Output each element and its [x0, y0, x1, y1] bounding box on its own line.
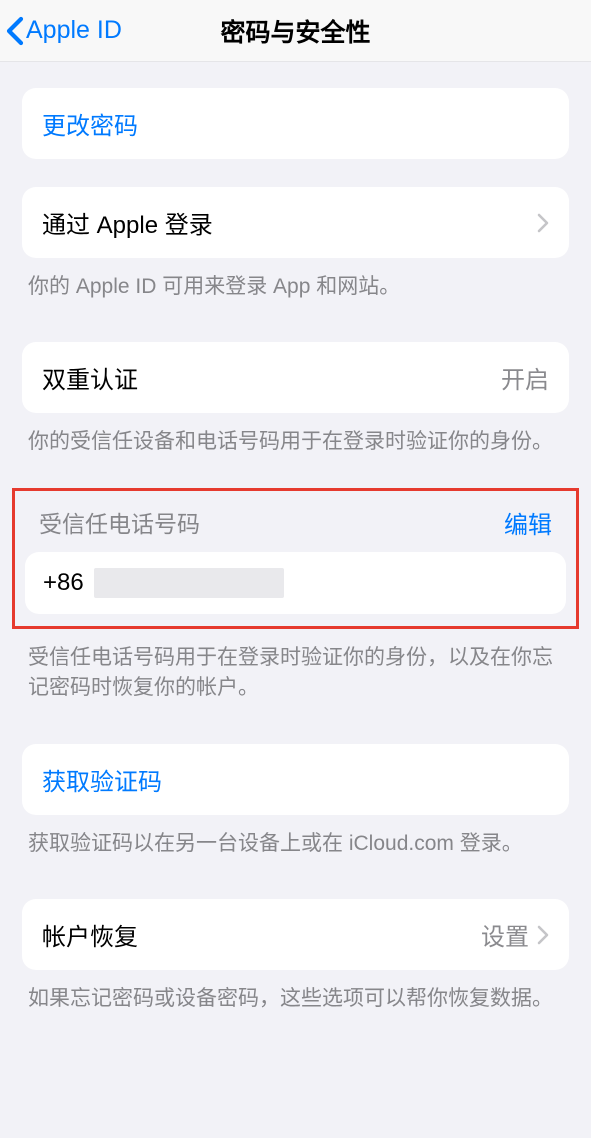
change-password-row[interactable]: 更改密码 — [22, 88, 569, 159]
account-recovery-footer: 如果忘记密码或设备密码，这些选项可以帮你恢复数据。 — [22, 984, 569, 1014]
get-code-row[interactable]: 获取验证码 — [22, 744, 569, 815]
trusted-phone-footer: 受信任电话号码用于在登录时验证你的身份，以及在你忘记密码时恢复你的帐户。 — [22, 643, 569, 704]
get-code-label: 获取验证码 — [42, 762, 549, 797]
group-trusted-phone-footer: 受信任电话号码用于在登录时验证你的身份，以及在你忘记密码时恢复你的帐户。 — [0, 643, 591, 704]
group-account-recovery: 帐户恢复 设置 如果忘记密码或设备密码，这些选项可以帮你恢复数据。 — [0, 899, 591, 1014]
chevron-right-icon — [537, 213, 549, 233]
two-factor-value: 开启 — [501, 360, 549, 395]
back-button[interactable]: Apple ID — [0, 16, 130, 46]
trusted-phone-row[interactable]: +86 — [25, 552, 566, 614]
two-factor-row[interactable]: 双重认证 开启 — [22, 342, 569, 413]
trusted-phone-edit-button[interactable]: 编辑 — [504, 505, 552, 540]
trusted-phone-highlight: 受信任电话号码 编辑 +86 — [12, 488, 579, 629]
sign-in-with-apple-footer: 你的 Apple ID 可用来登录 App 和网站。 — [22, 272, 569, 302]
chevron-left-icon — [6, 16, 24, 46]
trusted-phone-country: +86 — [43, 569, 84, 597]
account-recovery-row[interactable]: 帐户恢复 设置 — [22, 899, 569, 970]
change-password-label: 更改密码 — [42, 106, 549, 141]
account-recovery-label: 帐户恢复 — [42, 917, 481, 952]
group-sign-in-apple: 通过 Apple 登录 你的 Apple ID 可用来登录 App 和网站。 — [0, 187, 591, 302]
sign-in-with-apple-label: 通过 Apple 登录 — [42, 205, 537, 240]
two-factor-label: 双重认证 — [42, 360, 501, 395]
page-content: 更改密码 通过 Apple 登录 你的 Apple ID 可用来登录 App 和… — [0, 88, 591, 1055]
group-get-code: 获取验证码 获取验证码以在另一台设备上或在 iCloud.com 登录。 — [0, 744, 591, 859]
get-code-footer: 获取验证码以在另一台设备上或在 iCloud.com 登录。 — [22, 829, 569, 859]
group-two-factor: 双重认证 开启 你的受信任设备和电话号码用于在登录时验证你的身份。 — [0, 342, 591, 457]
navbar: Apple ID 密码与安全性 — [0, 0, 591, 62]
sign-in-with-apple-row[interactable]: 通过 Apple 登录 — [22, 187, 569, 258]
trusted-phone-header: 受信任电话号码 编辑 — [23, 497, 568, 552]
two-factor-footer: 你的受信任设备和电话号码用于在登录时验证你的身份。 — [22, 427, 569, 457]
group-change-password: 更改密码 — [0, 88, 591, 159]
back-label: Apple ID — [26, 16, 122, 45]
trusted-phone-number-redacted — [94, 568, 284, 598]
account-recovery-value: 设置 — [481, 917, 529, 952]
chevron-right-icon — [537, 925, 549, 945]
trusted-phone-title: 受信任电话号码 — [39, 505, 200, 539]
